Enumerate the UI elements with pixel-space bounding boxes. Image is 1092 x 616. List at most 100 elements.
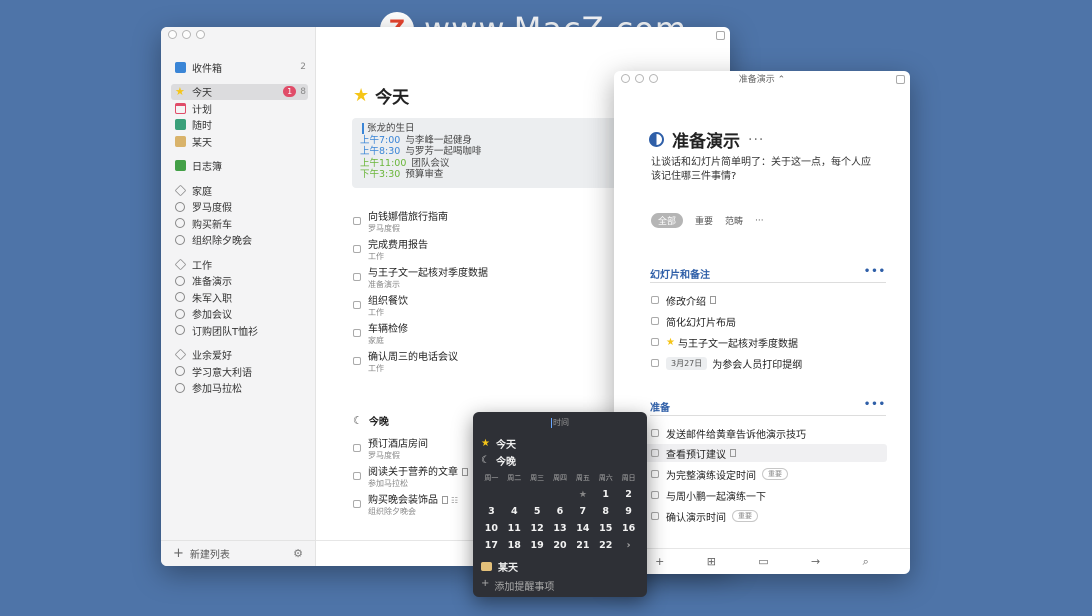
day-cell[interactable]: 17 <box>480 539 503 553</box>
sidebar-item-today[interactable]: ★ 今天 1 8 <box>171 83 308 100</box>
task-checkbox[interactable] <box>651 338 659 346</box>
when-someday-option[interactable]: 某天 <box>481 559 518 574</box>
task-row[interactable]: 与周小鹏一起演练一下 <box>651 488 766 503</box>
task-checkbox[interactable] <box>651 491 659 499</box>
day-cell[interactable]: 15 <box>594 522 617 536</box>
day-cell[interactable]: 4 <box>503 505 526 519</box>
task-row[interactable]: 向钱娜借旅行指南 罗马度假 <box>353 211 593 233</box>
sidebar-area-hobbies[interactable]: 业余爱好 <box>171 347 308 364</box>
task-row[interactable]: 与王子文一起核对季度数据 准备演示 <box>353 267 593 289</box>
filter-all[interactable]: 全部 <box>651 213 684 228</box>
day-cell[interactable]: 3 <box>480 505 503 519</box>
sidebar-item-inbox[interactable]: 收件箱 2 <box>171 59 308 76</box>
task-checkbox[interactable] <box>353 444 361 452</box>
task-checkbox[interactable] <box>651 296 659 304</box>
calendar-event[interactable]: 上午11:00 团队会议 <box>360 158 614 170</box>
task-checkbox[interactable] <box>353 273 361 281</box>
task-row[interactable]: 车辆检修 家庭 <box>353 323 593 345</box>
window-copy-icon[interactable] <box>716 31 725 40</box>
task-checkbox[interactable] <box>353 301 361 309</box>
task-checkbox[interactable] <box>651 429 659 437</box>
task-row[interactable]: 发送邮件给黄章告诉他演示技巧 <box>651 426 806 441</box>
task-row[interactable]: 组织餐饮 工作 <box>353 295 593 317</box>
sidebar-area-family[interactable]: 家庭 <box>171 182 308 199</box>
day-cell[interactable]: 5 <box>526 505 549 519</box>
heading-more-button[interactable]: ••• <box>864 266 886 282</box>
task-row[interactable]: 确认周三的电话会议 工作 <box>353 351 593 373</box>
task-checkbox[interactable] <box>651 470 659 478</box>
day-cell[interactable]: 8 <box>594 505 617 519</box>
sidebar-project[interactable]: 参加马拉松 <box>171 380 308 397</box>
task-checkbox[interactable] <box>353 245 361 253</box>
task-checkbox[interactable] <box>353 500 361 508</box>
when-tonight-option[interactable]: ☾ 今晚 <box>481 453 516 468</box>
day-cell[interactable]: 11 <box>503 522 526 536</box>
zoom-button[interactable] <box>196 30 205 39</box>
when-today-option[interactable]: ★ 今天 <box>481 436 516 451</box>
sidebar-project[interactable]: 参加会议 <box>171 306 308 323</box>
close-button[interactable] <box>168 30 177 39</box>
task-checkbox[interactable] <box>651 449 659 457</box>
sidebar-project[interactable]: 罗马度假 <box>171 199 308 216</box>
sidebar-item-anytime[interactable]: 随时 <box>171 117 308 134</box>
day-cell[interactable]: 20 <box>549 539 572 553</box>
task-checkbox[interactable] <box>353 329 361 337</box>
sidebar-project[interactable]: 组织除夕晚会 <box>171 232 308 249</box>
sidebar-project[interactable]: 购买新车 <box>171 215 308 232</box>
task-checkbox[interactable] <box>651 512 659 520</box>
day-cell[interactable]: 7 <box>571 505 594 519</box>
calendar-button[interactable]: ▭ <box>758 555 768 568</box>
task-row[interactable]: 为完整演练设定时间 重要 <box>651 467 788 482</box>
task-checkbox[interactable] <box>353 357 361 365</box>
sidebar-project[interactable]: 朱军入职 <box>171 289 308 306</box>
day-cell[interactable]: 2 <box>617 488 640 502</box>
heading-prepare[interactable]: 准备 ••• <box>650 399 886 416</box>
day-cell[interactable]: 9 <box>617 505 640 519</box>
day-cell[interactable]: 18 <box>503 539 526 553</box>
task-checkbox[interactable] <box>651 359 659 367</box>
day-cell[interactable]: 21 <box>571 539 594 553</box>
day-cell[interactable]: 1 <box>594 488 617 502</box>
sidebar-project[interactable]: 学习意大利语 <box>171 363 308 380</box>
plus-icon[interactable]: + <box>173 546 184 561</box>
filter-category[interactable]: 范畴 <box>725 214 743 227</box>
task-row[interactable]: ★ 与王子文一起核对季度数据 <box>651 335 798 350</box>
settings-icon[interactable]: ⚙ <box>293 547 303 560</box>
project-notes[interactable]: 让谈话和幻灯片简单明了：关于这一点，每个人应该记住哪三件事情? <box>651 156 876 184</box>
calendar-event[interactable]: 下午3:30 预算审查 <box>360 169 614 181</box>
day-cell[interactable]: 14 <box>571 522 594 536</box>
task-row[interactable]: 查看预订建议 <box>651 446 736 461</box>
task-checkbox[interactable] <box>651 317 659 325</box>
add-reminder-button[interactable]: + 添加提醒事项 <box>481 578 554 593</box>
day-cell[interactable]: 19 <box>526 539 549 553</box>
calendar-event[interactable]: 张龙的生日 <box>360 123 614 135</box>
day-cell[interactable]: 6 <box>549 505 572 519</box>
sidebar-project[interactable]: 准备演示 <box>171 273 308 290</box>
new-todo-button[interactable]: + <box>655 555 664 568</box>
day-cell[interactable]: 13 <box>549 522 572 536</box>
sidebar-item-upcoming[interactable]: 计划 <box>171 100 308 117</box>
sidebar-area-work[interactable]: 工作 <box>171 256 308 273</box>
day-cell[interactable]: 16 <box>617 522 640 536</box>
new-heading-button[interactable]: ⊞ <box>707 555 716 568</box>
search-button[interactable]: ⌕ <box>863 555 869 569</box>
window-title[interactable]: 准备演示 ⌃ <box>614 71 910 89</box>
today-star-icon[interactable]: ★ <box>571 488 594 502</box>
task-row[interactable]: 简化幻灯片布局 <box>651 314 736 329</box>
more-button[interactable]: ··· <box>748 132 764 148</box>
calendar-event[interactable]: 上午7:00 与李峰一起健身 <box>360 135 614 147</box>
heading-more-button[interactable]: ••• <box>864 399 886 415</box>
task-checkbox[interactable] <box>353 217 361 225</box>
task-row[interactable]: 3月27日 为参会人员打印提纲 <box>651 356 802 371</box>
filter-more[interactable]: ··· <box>755 216 764 226</box>
day-cell[interactable]: 10 <box>480 522 503 536</box>
when-search-input[interactable]: 时间 <box>473 417 647 428</box>
next-month-icon[interactable]: › <box>617 539 640 553</box>
task-row[interactable]: 确认演示时间 重要 <box>651 509 758 524</box>
project-title[interactable]: 准备演示 <box>672 127 740 152</box>
heading-slides[interactable]: 幻灯片和备注 ••• <box>650 266 886 283</box>
calendar-event[interactable]: 上午8:30 与罗芳一起喝咖啡 <box>360 146 614 158</box>
sidebar-item-logbook[interactable]: 日志簿 <box>171 158 308 175</box>
window-copy-icon[interactable] <box>896 75 905 84</box>
sidebar-project[interactable]: 订购团队T恤衫 <box>171 322 308 339</box>
